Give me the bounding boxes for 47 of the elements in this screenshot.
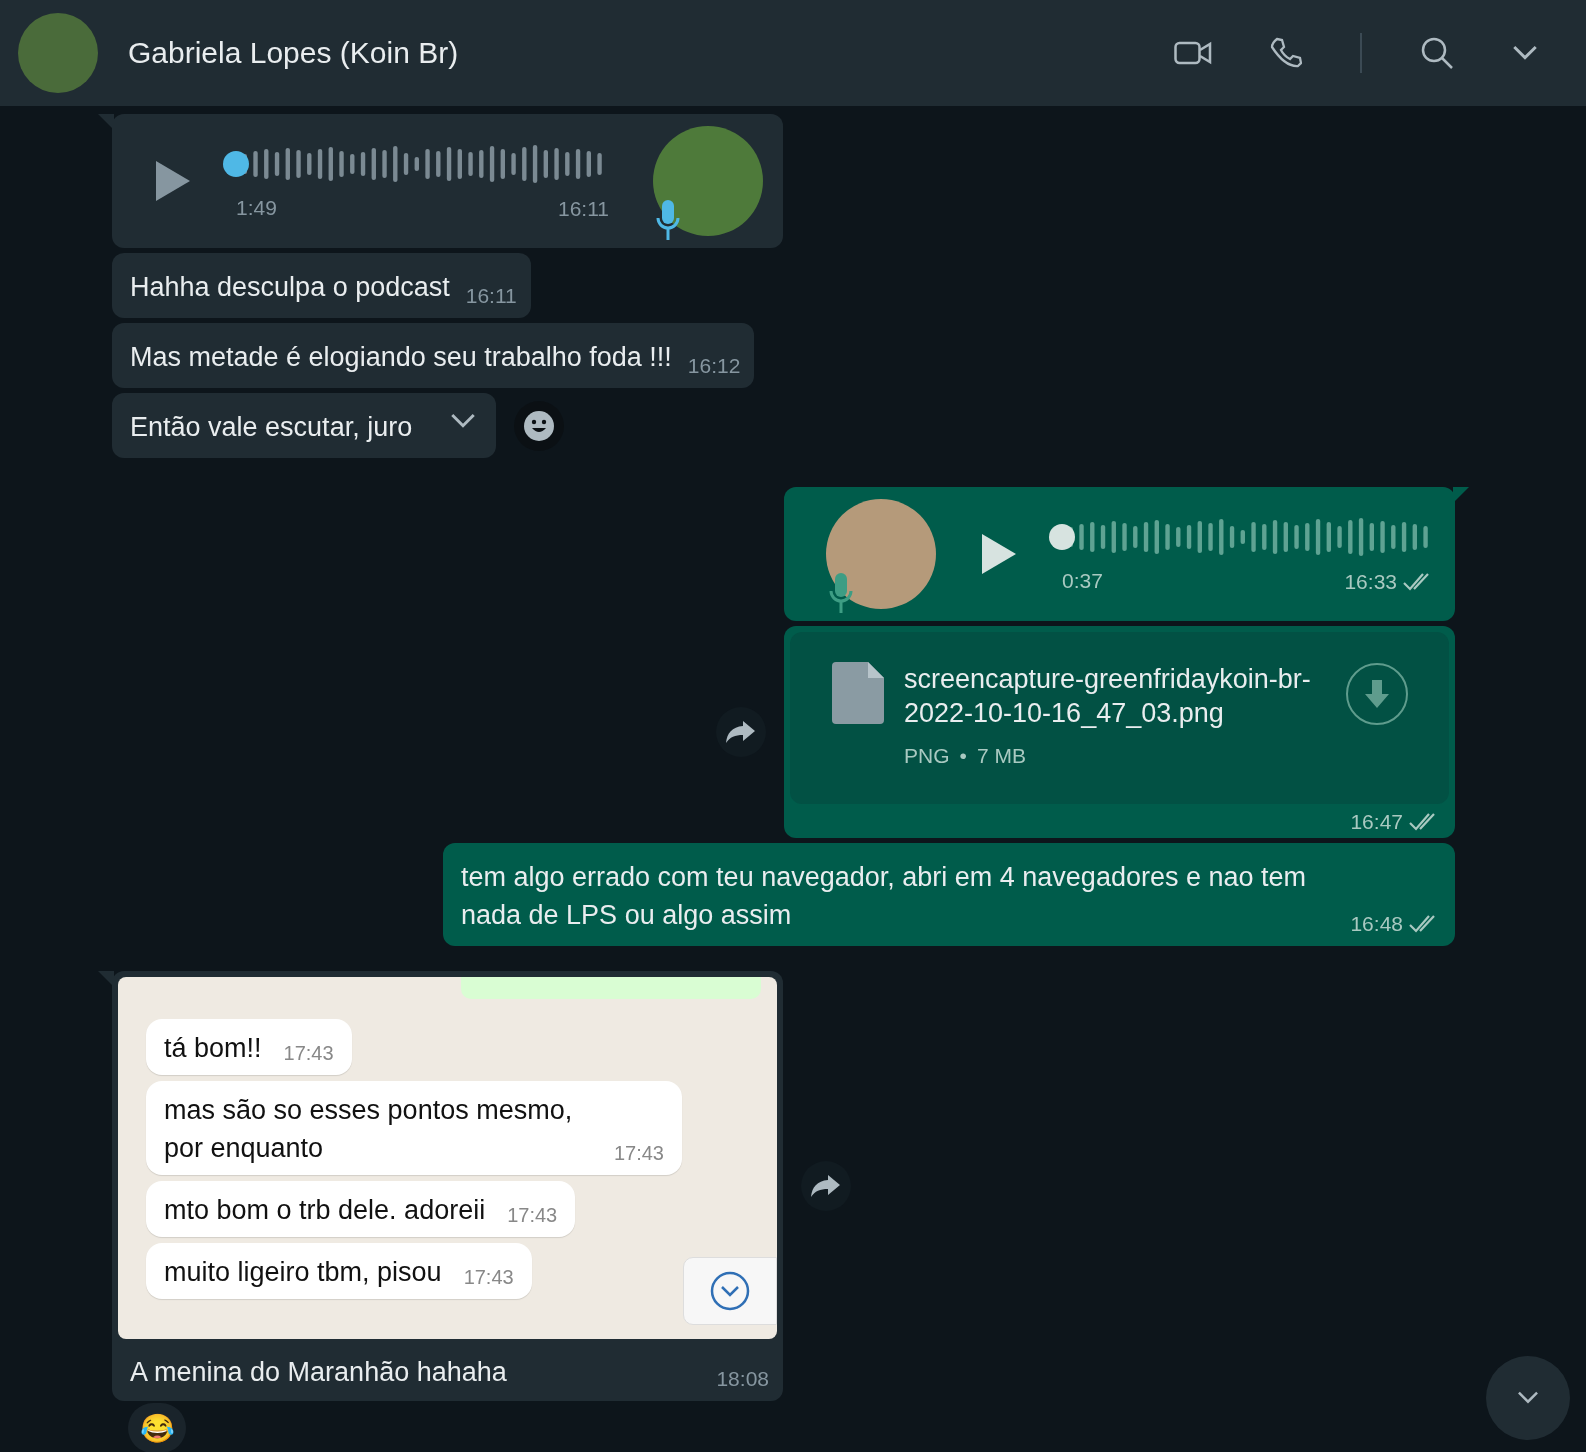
separator-dot: • (959, 744, 967, 768)
message-text: Então vale escutar, juro (130, 411, 413, 444)
message-text: Hahha desculpa o podcast (130, 271, 450, 304)
screenshot-message-time: 17:43 (283, 1042, 334, 1065)
message-time: 16:33 (1344, 570, 1397, 594)
message-text: Mas metade é elogiando seu trabalho foda !!! (130, 341, 672, 374)
contact-name[interactable]: Gabriela Lopes (Koin Br) (128, 36, 1144, 70)
play-icon[interactable] (980, 532, 1018, 576)
file-size: 7 MB (976, 744, 1026, 768)
file-type: PNG (904, 744, 950, 768)
reaction-emoji[interactable]: 😂 (128, 1403, 186, 1452)
message-time: 18:08 (716, 1367, 769, 1391)
file-card[interactable]: screencapture-greenfridaykoin-br-2022-10-10-16_47_03.png PNG • 7 MB (790, 632, 1449, 804)
screenshot-message-time: 17:43 (613, 1142, 664, 1165)
chevron-down-icon[interactable] (1512, 45, 1538, 61)
chevron-down-icon[interactable] (1517, 1391, 1539, 1405)
chevron-circle-icon (710, 1271, 750, 1311)
file-name: screencapture-greenfridaykoin-br-2022-10-10-16_47_03.png (904, 663, 1312, 730)
play-icon[interactable] (154, 159, 192, 203)
screenshot-message-text: mas são so esses pontos mesmo, por enquanto (164, 1094, 574, 1165)
phone-icon[interactable] (1270, 37, 1302, 69)
screenshot-message-time: 17:43 (507, 1204, 558, 1227)
playback-thumb[interactable] (1049, 524, 1075, 550)
document-icon (832, 662, 884, 724)
voice-duration: 1:49 (236, 196, 277, 220)
screenshot-message-text: tá bom!! (164, 1032, 262, 1065)
download-icon[interactable] (1345, 662, 1409, 726)
microphone-icon (655, 198, 681, 242)
video-call-icon[interactable] (1174, 40, 1212, 66)
microphone-icon (828, 571, 854, 615)
smiley-icon (523, 409, 556, 442)
message-time: 16:11 (465, 284, 517, 308)
voice-duration: 0:37 (1062, 569, 1103, 593)
search-icon[interactable] (1420, 36, 1454, 70)
image-caption: A menina do Maranhão hahaha (130, 1356, 507, 1389)
message-time: 16:12 (687, 354, 741, 378)
screenshot-message-text: muito ligeiro tbm, pisou (164, 1256, 442, 1289)
screenshot-message-text: mto bom o trb dele. adoreii (164, 1194, 486, 1227)
forward-arrow-icon (725, 719, 757, 745)
message-text: tem algo errado com teu navegador, abri em 4 navegadores e nao tem nada de LPS ou algo assim (461, 861, 1307, 932)
message-time: 16:47 (1350, 810, 1403, 834)
screenshot-message-time: 17:43 (463, 1266, 514, 1289)
playback-thumb[interactable] (223, 151, 249, 177)
message-time: 16:11 (558, 197, 609, 221)
forward-arrow-icon (810, 1173, 842, 1199)
chevron-down-icon[interactable] (450, 413, 477, 429)
message-time: 16:48 (1350, 912, 1403, 936)
